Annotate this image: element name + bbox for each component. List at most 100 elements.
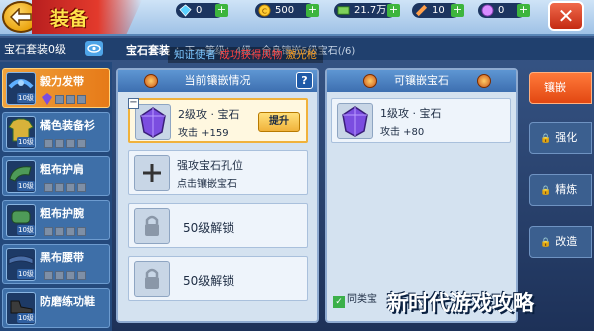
empty-slot	[66, 95, 75, 104]
gem-slot-1[interactable]: − 2级攻 · 宝石 攻击 +159 提升	[128, 98, 308, 143]
diamond-value: 0	[196, 5, 203, 16]
add-gold-button[interactable]: +	[306, 4, 319, 17]
equipment-name: 橘色装备衫	[40, 119, 95, 132]
equipment-list: 10级 毅力发带 10级 橘色装备衫 10级 粗布护肩 10级 粗布护腕 10级…	[0, 62, 112, 331]
equipment-item-shoes[interactable]: 10级 防磨练功鞋	[2, 288, 110, 328]
empty-slot	[77, 271, 86, 280]
equipment-level: 10级	[17, 225, 35, 235]
lock-icon: 🔒	[540, 186, 552, 196]
notify-action: 成功获得风物	[219, 49, 283, 61]
tab-enhance[interactable]: 🔒 强化	[529, 122, 592, 154]
tab-label: 强化	[555, 131, 578, 144]
resource-token: 0 +	[478, 3, 530, 18]
equipment-level: 10级	[17, 269, 35, 279]
token-value: 0	[498, 5, 505, 16]
lock-icon: 🔒	[540, 238, 552, 248]
equipment-level: 10级	[17, 181, 35, 191]
equipment-name: 防磨练功鞋	[40, 295, 95, 308]
tab-label: 精炼	[555, 183, 578, 196]
equipment-name: 毅力发带	[40, 75, 84, 88]
gem-icon	[135, 104, 171, 140]
gem-slot-4-locked: 50级解锁	[128, 256, 308, 301]
close-icon: ✕	[557, 4, 575, 28]
ticket-icon	[415, 4, 428, 17]
token-icon	[481, 4, 494, 17]
lock-icon	[134, 261, 170, 297]
empty-slot	[66, 271, 75, 280]
gem-attribute: 攻击 +159	[178, 128, 229, 139]
empty-slot	[55, 183, 64, 192]
gem-attribute: 攻击 +80	[380, 127, 425, 138]
equipment-item-shirt[interactable]: 10级 橘色装备衫	[2, 112, 110, 152]
available-gem-item[interactable]: 1级攻 · 宝石 攻击 +80	[331, 98, 511, 143]
gem-slot-3-locked: 50级解锁	[128, 203, 308, 248]
help-icon: ?	[301, 74, 308, 87]
add-gem-icon	[134, 155, 170, 191]
remove-gem-icon[interactable]: −	[128, 98, 139, 109]
empty-slot	[66, 227, 75, 236]
watermark-text: 新时代游戏攻略	[387, 291, 534, 315]
eye-icon	[87, 44, 101, 53]
gold-coin-icon: C	[258, 4, 271, 17]
empty-slot	[77, 95, 86, 104]
diamond-icon	[179, 4, 192, 17]
gem-set-label: 宝石套装	[126, 44, 170, 57]
gem-icon	[337, 103, 373, 139]
current-inlay-title: 当前镶嵌情况	[184, 74, 251, 87]
empty-slot	[44, 271, 53, 280]
system-notification: 知证使者 成功获得风物 激光枪	[168, 47, 324, 63]
tab-refine[interactable]: 🔒 精炼	[529, 174, 592, 206]
tab-inlay[interactable]: 镶嵌	[529, 72, 592, 104]
equipment-item-shoulder[interactable]: 10级 粗布护肩	[2, 156, 110, 196]
empty-slot	[77, 183, 86, 192]
help-button[interactable]: ?	[296, 72, 313, 89]
add-diamond-button[interactable]: +	[215, 4, 228, 17]
tab-modify[interactable]: 🔒 改造	[529, 226, 592, 258]
svg-text:C: C	[262, 6, 267, 15]
add-cash-button[interactable]: +	[387, 4, 400, 17]
view-set-button[interactable]	[85, 41, 103, 56]
equipment-name: 黑布腰带	[40, 251, 84, 264]
available-gems-panel: 可镶嵌宝石 1级攻 · 宝石 攻击 +80	[325, 68, 518, 323]
lock-icon: 🔒	[540, 134, 552, 144]
notify-player: 知证使者	[174, 49, 216, 61]
unlock-level-text: 50级解锁	[183, 274, 235, 288]
back-arrow-icon	[10, 8, 32, 26]
gold-value: 500	[275, 5, 295, 16]
same-type-filter[interactable]: ✓ 同类宝	[333, 290, 377, 308]
top-bar: 装备 0 + C 500 + 21.7万 + 10 + 0 + ✕	[0, 0, 594, 36]
empty-slot	[66, 139, 75, 148]
empty-slot	[77, 227, 86, 236]
same-type-label: 同类宝	[347, 294, 377, 305]
gem-set-level: 宝石套装0级	[4, 43, 66, 56]
close-button[interactable]: ✕	[548, 1, 584, 31]
coin-knob-icon	[363, 74, 377, 88]
page-title: 装备	[50, 8, 89, 30]
empty-slot	[44, 227, 53, 236]
gem-slot-icon	[42, 93, 52, 105]
upgrade-button[interactable]: 提升	[258, 112, 300, 132]
gem-slot-2[interactable]: 强攻宝石孔位 点击镶嵌宝石	[128, 150, 308, 195]
cash-icon	[337, 6, 350, 15]
equipment-name: 粗布护腕	[40, 207, 84, 220]
equipment-item-wrist[interactable]: 10级 粗布护腕	[2, 200, 110, 240]
coin-knob-icon	[144, 74, 158, 88]
add-ticket-button[interactable]: +	[451, 4, 464, 17]
empty-slot	[55, 95, 64, 104]
tab-label: 镶嵌	[544, 81, 566, 94]
empty-slot	[55, 139, 64, 148]
gem-name: 2级攻 · 宝石	[178, 108, 240, 121]
equipment-name: 粗布护肩	[40, 163, 84, 176]
equipment-item-headband[interactable]: 10级 毅力发带	[2, 68, 110, 108]
empty-slot	[66, 183, 75, 192]
resource-gold: C 500 +	[255, 3, 319, 18]
checkbox-icon[interactable]: ✓	[333, 296, 345, 308]
resource-diamond: 0 +	[176, 3, 228, 18]
equipment-item-belt[interactable]: 10级 黑布腰带	[2, 244, 110, 284]
current-inlay-panel: 当前镶嵌情况 ? − 2级攻 · 宝石 攻击 +159 提升 强攻宝石孔位 点击…	[116, 68, 319, 323]
notify-item: 激光枪	[285, 49, 318, 61]
empty-slot	[55, 271, 64, 280]
slot-type-text: 强攻宝石孔位	[177, 159, 243, 172]
add-token-button[interactable]: +	[517, 4, 530, 17]
equipment-level: 10级	[17, 93, 35, 103]
